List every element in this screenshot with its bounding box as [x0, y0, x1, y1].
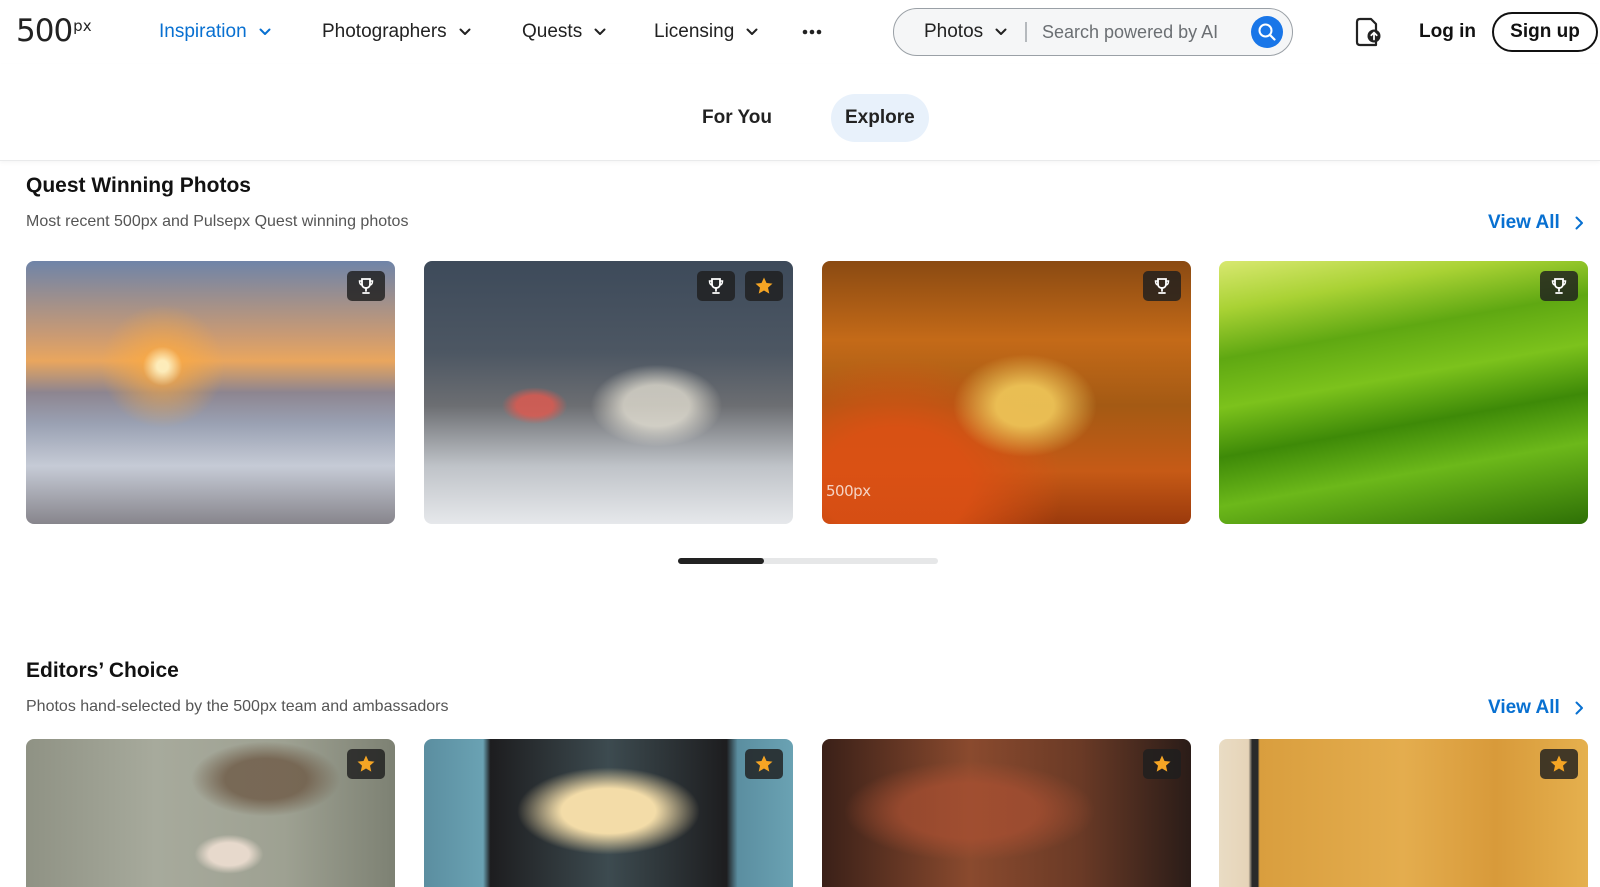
chevron-right-icon — [1575, 216, 1583, 230]
trophy-icon — [1551, 278, 1567, 294]
carousel-progress-fill — [678, 558, 764, 564]
trophy-icon — [1154, 278, 1170, 294]
chevron-down-icon — [594, 28, 606, 35]
tab-for-you[interactable]: For You — [688, 94, 786, 142]
search-type-label: Photos — [924, 21, 984, 42]
upload-icon[interactable] — [1352, 16, 1382, 48]
star-icon — [1550, 755, 1568, 772]
photo-card[interactable] — [822, 739, 1191, 887]
editors-choice-badge — [745, 749, 783, 779]
nav-photographers-label: Photographers — [322, 21, 447, 42]
trophy-icon — [358, 278, 374, 294]
chevron-down-icon — [459, 28, 471, 35]
nav-photographers[interactable]: Photographers — [322, 0, 471, 64]
nav-licensing[interactable]: Licensing — [654, 0, 758, 64]
top-navigation-bar: 500 px Inspiration Photographers Quests … — [0, 0, 1600, 64]
section-title-editors-choice: Editors’ Choice — [26, 659, 179, 682]
logo-superscript: px — [73, 17, 92, 35]
tab-explore[interactable]: Explore — [831, 94, 929, 142]
search-divider — [1025, 22, 1027, 42]
logo-text: 500 — [16, 13, 73, 49]
search-bar: Photos — [893, 8, 1293, 56]
photo-card[interactable] — [1219, 261, 1588, 524]
chevron-down-icon — [259, 28, 271, 35]
signup-button[interactable]: Sign up — [1492, 12, 1598, 52]
nav-quests[interactable]: Quests — [522, 0, 606, 64]
chevron-down-icon — [995, 28, 1007, 35]
photo-card[interactable] — [424, 739, 793, 887]
trophy-icon — [708, 278, 724, 294]
photo-watermark: 500px — [826, 482, 871, 500]
photo-card[interactable] — [26, 739, 395, 887]
trophy-badge — [1540, 271, 1578, 301]
photo-card[interactable]: 500px — [822, 261, 1191, 524]
section-subtitle-editors-choice: Photos hand-selected by the 500px team a… — [26, 698, 449, 715]
nav-licensing-label: Licensing — [654, 21, 735, 42]
photo-card[interactable] — [1219, 739, 1588, 887]
nav-inspiration-label: Inspiration — [159, 21, 247, 42]
nav-quests-label: Quests — [522, 21, 583, 42]
site-logo[interactable]: 500 px — [16, 14, 92, 48]
editors-choice-badge — [1540, 749, 1578, 779]
star-icon — [1153, 755, 1171, 772]
search-icon — [1258, 23, 1276, 41]
view-all-quest-winning[interactable]: View All — [1488, 211, 1584, 235]
section-title-quest-winning: Quest Winning Photos — [26, 174, 251, 197]
trophy-badge — [347, 271, 385, 301]
star-icon — [357, 755, 375, 772]
photo-card[interactable] — [424, 261, 793, 524]
chevron-down-icon — [746, 28, 758, 35]
editors-choice-badge — [745, 271, 783, 301]
login-link[interactable]: Log in — [1419, 0, 1476, 64]
search-type-dropdown[interactable]: Photos — [924, 9, 1007, 55]
trophy-badge — [1143, 271, 1181, 301]
star-icon — [755, 277, 773, 294]
editors-choice-badge — [1143, 749, 1181, 779]
trophy-badge — [697, 271, 735, 301]
view-all-label: View All — [1488, 212, 1560, 233]
view-all-label: View All — [1488, 697, 1560, 718]
view-all-editors-choice[interactable]: View All — [1488, 696, 1584, 720]
search-button[interactable] — [1251, 16, 1283, 48]
editors-choice-badge — [347, 749, 385, 779]
search-input[interactable] — [1042, 17, 1232, 47]
carousel-progress[interactable] — [678, 558, 938, 564]
star-icon — [755, 755, 773, 772]
section-subtitle-quest-winning: Most recent 500px and Pulsepx Quest winn… — [26, 213, 409, 230]
photo-card[interactable] — [26, 261, 395, 524]
chevron-right-icon — [1575, 701, 1583, 715]
nav-inspiration[interactable]: Inspiration — [159, 0, 271, 64]
more-horizontal-icon[interactable] — [800, 20, 824, 44]
feed-tabs: For You Explore — [0, 64, 1600, 161]
